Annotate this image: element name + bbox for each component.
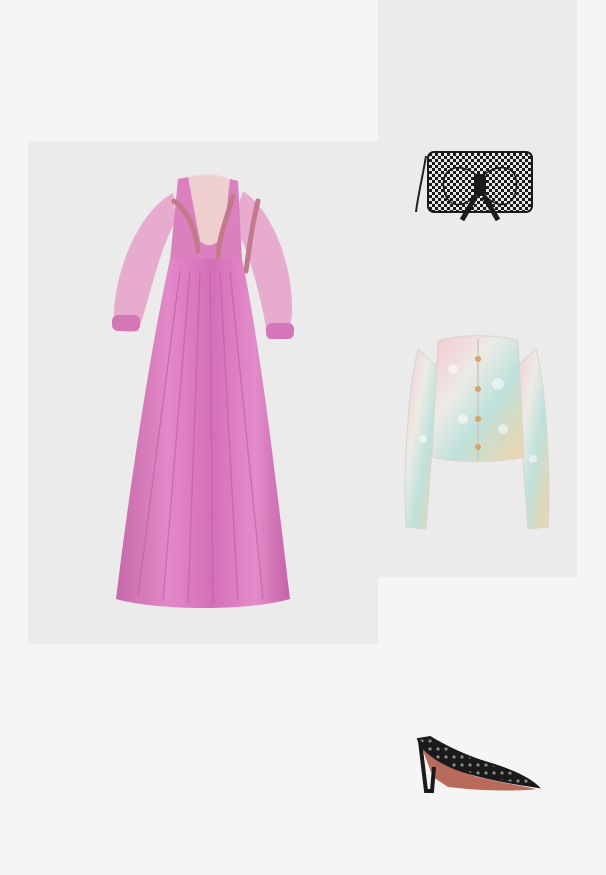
sequin-jacket-icon [404, 335, 550, 530]
dress-tile[interactable] [28, 141, 378, 644]
embellished-pump-icon [416, 735, 541, 793]
clutch-tile[interactable] [378, 0, 577, 289]
bow-clutch-icon [415, 151, 533, 222]
shoes-tile[interactable] [378, 577, 577, 875]
pink-gown-icon [112, 174, 294, 608]
jacket-tile[interactable] [378, 289, 577, 577]
